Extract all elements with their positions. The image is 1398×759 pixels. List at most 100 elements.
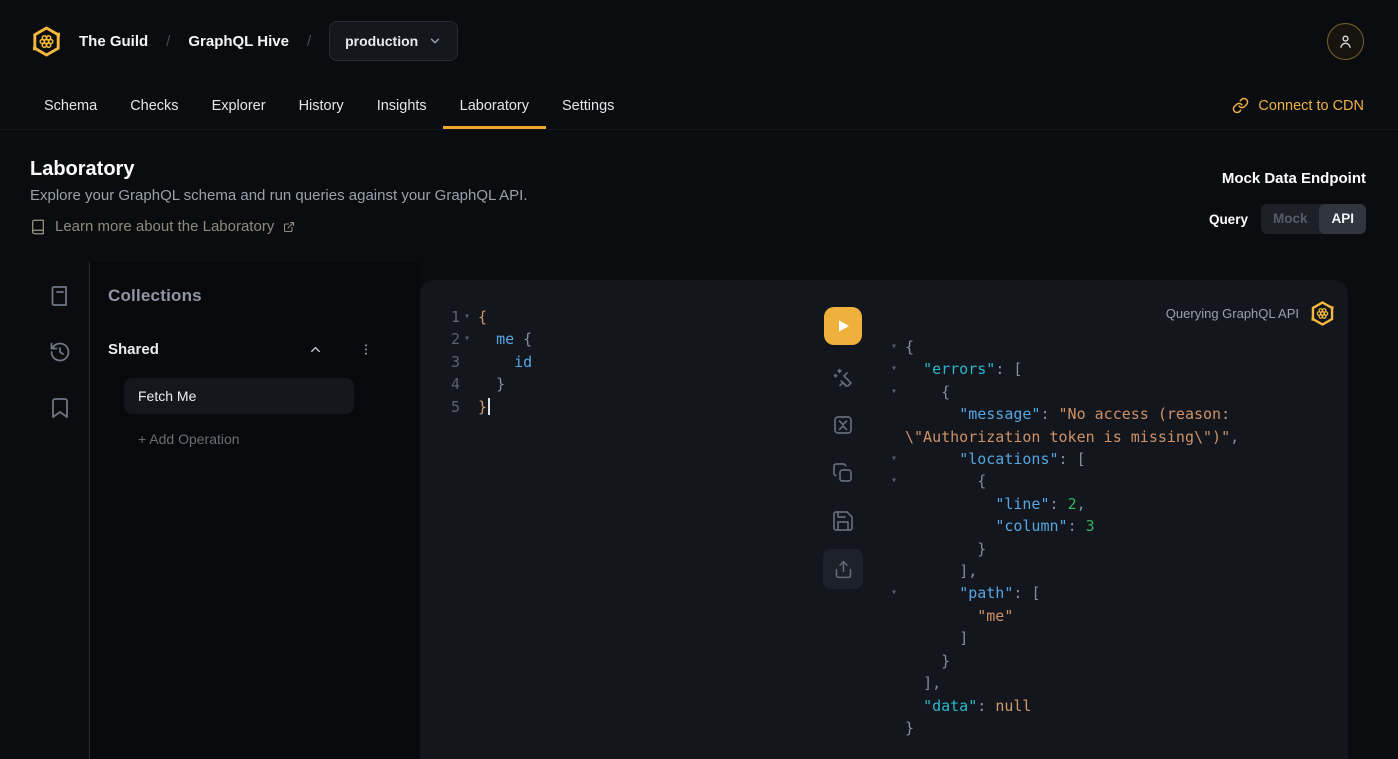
page-header: Laboratory Explore your GraphQL schema a… — [0, 130, 1398, 262]
query-editor[interactable]: 1▾{2▾ me {3 id4 }5} — [448, 306, 532, 418]
fold-gutter — [887, 426, 901, 448]
app-window: The Guild / GraphQL Hive / production Sc… — [0, 0, 1398, 759]
code-line: ▾ { — [887, 381, 1239, 403]
fold-arrow-icon[interactable]: ▾ — [887, 336, 901, 358]
collections-title: Collections — [108, 286, 373, 306]
collection-group-name: Shared — [108, 341, 159, 358]
code-line: 4 } — [448, 373, 532, 395]
link-icon — [1232, 97, 1249, 114]
fold-gutter — [887, 403, 901, 425]
fold-gutter — [460, 373, 474, 395]
breadcrumb-project[interactable]: GraphQL Hive — [188, 33, 289, 50]
graphiql-panel: 1▾{2▾ me {3 id4 }5} — [420, 280, 1348, 759]
tab-laboratory[interactable]: Laboratory — [460, 82, 529, 129]
fold-gutter — [887, 605, 901, 627]
execute-toolbar — [823, 307, 863, 589]
prettify-icon[interactable] — [831, 365, 855, 389]
book-icon — [30, 219, 46, 235]
breadcrumb-separator: / — [307, 33, 311, 50]
copy-query-icon[interactable] — [831, 461, 855, 485]
target-selector-button[interactable]: production — [329, 21, 458, 61]
fold-gutter — [887, 650, 901, 672]
top-bar: The Guild / GraphQL Hive / production — [0, 0, 1398, 82]
code-line: \"Authorization token is missing\")", — [887, 426, 1239, 448]
endpoint-query-label: Query — [1209, 212, 1248, 227]
project-nav: Schema Checks Explorer History Insights … — [0, 82, 1398, 130]
fold-arrow-icon[interactable]: ▾ — [887, 582, 901, 604]
fold-gutter — [887, 515, 901, 537]
operation-item-fetch-me[interactable]: Fetch Me — [124, 378, 354, 414]
fold-arrow-icon[interactable]: ▾ — [887, 448, 901, 470]
fold-gutter — [460, 396, 474, 418]
code-line: ▾ "path": [ — [887, 582, 1239, 604]
fold-arrow-icon[interactable]: ▾ — [887, 358, 901, 380]
code-line: "line": 2, — [887, 493, 1239, 515]
toggle-option-mock[interactable]: Mock — [1261, 204, 1320, 234]
fold-arrow-icon[interactable]: ▾ — [887, 470, 901, 492]
learn-more-link[interactable]: Learn more about the Laboratory — [30, 218, 528, 235]
chevron-up-icon[interactable] — [308, 342, 323, 357]
connect-to-cdn-link[interactable]: Connect to CDN — [1232, 97, 1364, 114]
bookmark-icon[interactable] — [48, 396, 72, 420]
hive-logo-icon[interactable] — [30, 25, 63, 58]
code-line: "column": 3 — [887, 515, 1239, 537]
play-icon — [835, 318, 851, 334]
fold-gutter — [887, 627, 901, 649]
chevron-down-icon — [428, 34, 442, 48]
fold-gutter — [887, 717, 901, 739]
tab-explorer[interactable]: Explorer — [212, 82, 266, 129]
merge-fragments-icon[interactable] — [831, 413, 855, 437]
laboratory-workspace: Collections Shared Fetch Me + Add Operat… — [30, 262, 1398, 759]
history-icon[interactable] — [48, 340, 72, 364]
fold-arrow-icon[interactable]: ▾ — [460, 328, 474, 350]
fold-gutter — [887, 493, 901, 515]
tab-history[interactable]: History — [299, 82, 344, 129]
code-line: } — [887, 717, 1239, 739]
response-status-text: Querying GraphQL API — [1166, 306, 1299, 321]
hive-logo-icon — [1309, 300, 1336, 327]
add-operation-button[interactable]: + Add Operation — [138, 431, 373, 447]
user-avatar-button[interactable] — [1327, 23, 1364, 60]
toggle-option-api[interactable]: API — [1319, 204, 1366, 234]
share-operation-button[interactable] — [823, 549, 863, 589]
endpoint-toggle: Mock API — [1261, 204, 1366, 234]
code-line: "me" — [887, 605, 1239, 627]
code-line: 2▾ me { — [448, 328, 532, 350]
page-header-left: Laboratory Explore your GraphQL schema a… — [30, 157, 528, 262]
fold-gutter — [460, 351, 474, 373]
breadcrumb-org[interactable]: The Guild — [79, 33, 148, 50]
collections-panel-icon[interactable] — [48, 284, 72, 308]
code-line: "data": null — [887, 695, 1239, 717]
page-title: Laboratory — [30, 157, 528, 181]
endpoint-title: Mock Data Endpoint — [1222, 170, 1366, 187]
code-line: } — [887, 538, 1239, 560]
target-selector-value: production — [345, 33, 418, 49]
code-line: ▾ "errors": [ — [887, 358, 1239, 380]
kebab-menu-icon[interactable] — [359, 342, 373, 357]
tab-checks[interactable]: Checks — [130, 82, 178, 129]
page-subtitle: Explore your GraphQL schema and run quer… — [30, 186, 528, 205]
fold-arrow-icon[interactable]: ▾ — [460, 306, 474, 328]
fold-gutter — [887, 695, 901, 717]
endpoint-toggle-row: Query Mock API — [1209, 204, 1366, 234]
code-line: 5} — [448, 396, 532, 418]
code-line: ], — [887, 672, 1239, 694]
fold-gutter — [887, 672, 901, 694]
code-line: ] — [887, 627, 1239, 649]
tab-insights[interactable]: Insights — [377, 82, 427, 129]
endpoint-controls: Mock Data Endpoint Query Mock API — [1209, 170, 1366, 262]
code-line: ], — [887, 560, 1239, 582]
save-operation-icon[interactable] — [831, 509, 855, 533]
code-line: 3 id — [448, 351, 532, 373]
fold-arrow-icon[interactable]: ▾ — [887, 381, 901, 403]
breadcrumb-separator: / — [166, 33, 170, 50]
tab-settings[interactable]: Settings — [562, 82, 614, 129]
fold-gutter — [887, 560, 901, 582]
execute-query-button[interactable] — [824, 307, 862, 345]
tab-schema[interactable]: Schema — [44, 82, 97, 129]
code-line: ▾{ — [887, 336, 1239, 358]
collection-group-row[interactable]: Shared — [108, 341, 373, 358]
external-link-icon — [283, 221, 295, 233]
collections-pane: Collections Shared Fetch Me + Add Operat… — [90, 262, 420, 759]
code-line: ▾ "locations": [ — [887, 448, 1239, 470]
